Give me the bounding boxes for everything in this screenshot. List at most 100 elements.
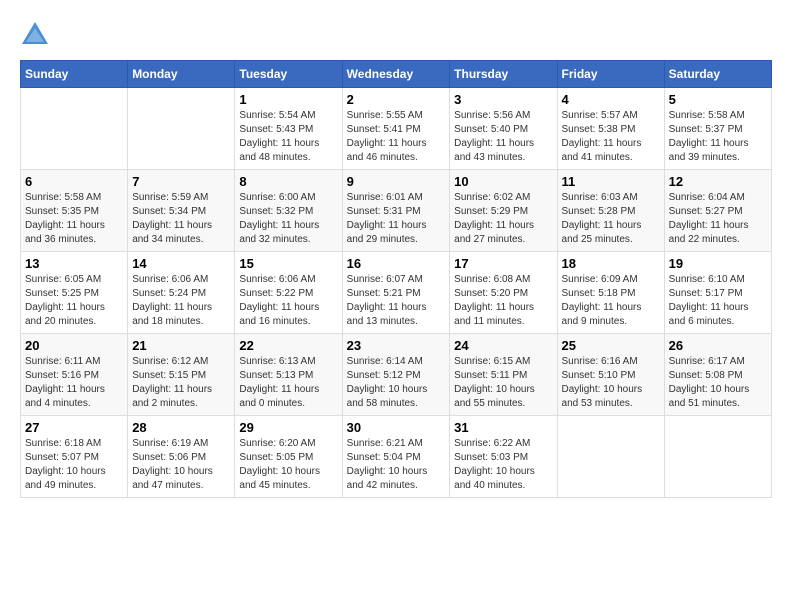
calendar-cell: 15 Sunrise: 6:06 AM Sunset: 5:22 PM Dayli… bbox=[235, 252, 342, 334]
day-info: Sunrise: 6:10 AM Sunset: 5:17 PM Dayligh… bbox=[669, 273, 767, 329]
day-info: Sunrise: 5:54 AM Sunset: 5:43 PM Dayligh… bbox=[239, 109, 337, 165]
day-info: Sunrise: 5:56 AM Sunset: 5:40 PM Dayligh… bbox=[454, 109, 552, 165]
week-row-4: 20Sunrise: 6:11 AM Sunset: 5:16 PM Dayli… bbox=[21, 334, 772, 416]
day-number: 13 bbox=[25, 256, 123, 271]
day-number: 11 bbox=[562, 174, 660, 189]
day-info: Sunrise: 6:01 AM Sunset: 5:31 PM Dayligh… bbox=[347, 191, 446, 247]
calendar-cell: 5 Sunrise: 5:58 AM Sunset: 5:37 PM Daylig… bbox=[664, 88, 771, 170]
calendar-cell: 23 Sunrise: 6:14 AM Sunset: 5:12 PM Dayli… bbox=[342, 334, 450, 416]
calendar-cell: 10 Sunrise: 6:02 AM Sunset: 5:29 PM Dayli… bbox=[450, 170, 557, 252]
calendar-cell: 31 Sunrise: 6:22 AM Sunset: 5:03 PM Dayli… bbox=[450, 416, 557, 498]
week-row-1: 1 Sunrise: 5:54 AM Sunset: 5:43 PM Daylig… bbox=[21, 88, 772, 170]
column-header-wednesday: Wednesday bbox=[342, 61, 450, 88]
calendar-cell: 1 Sunrise: 5:54 AM Sunset: 5:43 PM Daylig… bbox=[235, 88, 342, 170]
day-number: 10 bbox=[454, 174, 552, 189]
calendar-cell: 11 Sunrise: 6:03 AM Sunset: 5:28 PM Dayli… bbox=[557, 170, 664, 252]
day-info: Sunrise: 6:08 AM Sunset: 5:20 PM Dayligh… bbox=[454, 273, 552, 329]
header-row: SundayMondayTuesdayWednesdayThursdayFrid… bbox=[21, 61, 772, 88]
calendar-cell: 18Sunrise: 6:09 AM Sunset: 5:18 PM Dayli… bbox=[557, 252, 664, 334]
day-number: 12 bbox=[669, 174, 767, 189]
day-info: Sunrise: 6:03 AM Sunset: 5:28 PM Dayligh… bbox=[562, 191, 660, 247]
day-number: 3 bbox=[454, 92, 552, 107]
day-number: 17 bbox=[454, 256, 552, 271]
calendar-table: SundayMondayTuesdayWednesdayThursdayFrid… bbox=[20, 60, 772, 498]
day-number: 9 bbox=[347, 174, 446, 189]
day-number: 16 bbox=[347, 256, 446, 271]
day-info: Sunrise: 6:19 AM Sunset: 5:06 PM Dayligh… bbox=[132, 437, 230, 493]
calendar-cell: 20Sunrise: 6:11 AM Sunset: 5:16 PM Dayli… bbox=[21, 334, 128, 416]
logo bbox=[20, 20, 54, 50]
day-info: Sunrise: 6:00 AM Sunset: 5:32 PM Dayligh… bbox=[239, 191, 337, 247]
day-info: Sunrise: 6:21 AM Sunset: 5:04 PM Dayligh… bbox=[347, 437, 446, 493]
column-header-tuesday: Tuesday bbox=[235, 61, 342, 88]
calendar-cell: 30 Sunrise: 6:21 AM Sunset: 5:04 PM Dayli… bbox=[342, 416, 450, 498]
logo-icon bbox=[20, 20, 50, 50]
day-info: Sunrise: 6:09 AM Sunset: 5:18 PM Dayligh… bbox=[562, 273, 660, 329]
day-info: Sunrise: 6:22 AM Sunset: 5:03 PM Dayligh… bbox=[454, 437, 552, 493]
calendar-cell: 25 Sunrise: 6:16 AM Sunset: 5:10 PM Dayli… bbox=[557, 334, 664, 416]
column-header-saturday: Saturday bbox=[664, 61, 771, 88]
day-info: Sunrise: 6:16 AM Sunset: 5:10 PM Dayligh… bbox=[562, 355, 660, 411]
day-number: 7 bbox=[132, 174, 230, 189]
day-info: Sunrise: 6:04 AM Sunset: 5:27 PM Dayligh… bbox=[669, 191, 767, 247]
day-number: 6 bbox=[25, 174, 123, 189]
day-number: 27 bbox=[25, 420, 123, 435]
calendar-cell: 13 Sunrise: 6:05 AM Sunset: 5:25 PM Dayli… bbox=[21, 252, 128, 334]
calendar-cell: 29 Sunrise: 6:20 AM Sunset: 5:05 PM Dayli… bbox=[235, 416, 342, 498]
calendar-cell: 4 Sunrise: 5:57 AM Sunset: 5:38 PM Daylig… bbox=[557, 88, 664, 170]
day-number: 29 bbox=[239, 420, 337, 435]
day-number: 22 bbox=[239, 338, 337, 353]
day-info: Sunrise: 6:06 AM Sunset: 5:22 PM Dayligh… bbox=[239, 273, 337, 329]
calendar-cell: 6 Sunrise: 5:58 AM Sunset: 5:35 PM Daylig… bbox=[21, 170, 128, 252]
day-number: 2 bbox=[347, 92, 446, 107]
calendar-cell: 9 Sunrise: 6:01 AM Sunset: 5:31 PM Daylig… bbox=[342, 170, 450, 252]
calendar-cell: 22Sunrise: 6:13 AM Sunset: 5:13 PM Dayli… bbox=[235, 334, 342, 416]
week-row-5: 27 Sunrise: 6:18 AM Sunset: 5:07 PM Dayli… bbox=[21, 416, 772, 498]
day-number: 24 bbox=[454, 338, 552, 353]
day-number: 8 bbox=[239, 174, 337, 189]
day-info: Sunrise: 6:18 AM Sunset: 5:07 PM Dayligh… bbox=[25, 437, 123, 493]
day-info: Sunrise: 6:17 AM Sunset: 5:08 PM Dayligh… bbox=[669, 355, 767, 411]
day-number: 19 bbox=[669, 256, 767, 271]
day-info: Sunrise: 5:58 AM Sunset: 5:35 PM Dayligh… bbox=[25, 191, 123, 247]
day-number: 23 bbox=[347, 338, 446, 353]
calendar-cell: 8 Sunrise: 6:00 AM Sunset: 5:32 PM Daylig… bbox=[235, 170, 342, 252]
day-info: Sunrise: 6:15 AM Sunset: 5:11 PM Dayligh… bbox=[454, 355, 552, 411]
day-number: 25 bbox=[562, 338, 660, 353]
calendar-cell: 3 Sunrise: 5:56 AM Sunset: 5:40 PM Daylig… bbox=[450, 88, 557, 170]
week-row-3: 13 Sunrise: 6:05 AM Sunset: 5:25 PM Dayli… bbox=[21, 252, 772, 334]
column-header-monday: Monday bbox=[128, 61, 235, 88]
calendar-cell: 21 Sunrise: 6:12 AM Sunset: 5:15 PM Dayli… bbox=[128, 334, 235, 416]
day-number: 21 bbox=[132, 338, 230, 353]
page-header bbox=[20, 20, 772, 50]
calendar-cell: 2Sunrise: 5:55 AM Sunset: 5:41 PM Daylig… bbox=[342, 88, 450, 170]
day-number: 30 bbox=[347, 420, 446, 435]
calendar-cell bbox=[128, 88, 235, 170]
day-number: 1 bbox=[239, 92, 337, 107]
day-info: Sunrise: 5:57 AM Sunset: 5:38 PM Dayligh… bbox=[562, 109, 660, 165]
day-number: 4 bbox=[562, 92, 660, 107]
calendar-body: 1 Sunrise: 5:54 AM Sunset: 5:43 PM Daylig… bbox=[21, 88, 772, 498]
day-info: Sunrise: 6:06 AM Sunset: 5:24 PM Dayligh… bbox=[132, 273, 230, 329]
day-info: Sunrise: 6:11 AM Sunset: 5:16 PM Dayligh… bbox=[25, 355, 123, 411]
day-info: Sunrise: 6:12 AM Sunset: 5:15 PM Dayligh… bbox=[132, 355, 230, 411]
calendar-cell bbox=[557, 416, 664, 498]
calendar-cell: 16 Sunrise: 6:07 AM Sunset: 5:21 PM Dayli… bbox=[342, 252, 450, 334]
day-info: Sunrise: 6:07 AM Sunset: 5:21 PM Dayligh… bbox=[347, 273, 446, 329]
day-number: 31 bbox=[454, 420, 552, 435]
calendar-cell: 12 Sunrise: 6:04 AM Sunset: 5:27 PM Dayli… bbox=[664, 170, 771, 252]
calendar-header: SundayMondayTuesdayWednesdayThursdayFrid… bbox=[21, 61, 772, 88]
calendar-cell: 14Sunrise: 6:06 AM Sunset: 5:24 PM Dayli… bbox=[128, 252, 235, 334]
day-info: Sunrise: 5:58 AM Sunset: 5:37 PM Dayligh… bbox=[669, 109, 767, 165]
calendar-cell: 7Sunrise: 5:59 AM Sunset: 5:34 PM Daylig… bbox=[128, 170, 235, 252]
day-info: Sunrise: 6:02 AM Sunset: 5:29 PM Dayligh… bbox=[454, 191, 552, 247]
calendar-cell: 24 Sunrise: 6:15 AM Sunset: 5:11 PM Dayli… bbox=[450, 334, 557, 416]
week-row-2: 6 Sunrise: 5:58 AM Sunset: 5:35 PM Daylig… bbox=[21, 170, 772, 252]
day-info: Sunrise: 6:20 AM Sunset: 5:05 PM Dayligh… bbox=[239, 437, 337, 493]
day-number: 15 bbox=[239, 256, 337, 271]
column-header-thursday: Thursday bbox=[450, 61, 557, 88]
day-number: 5 bbox=[669, 92, 767, 107]
calendar-cell: 19 Sunrise: 6:10 AM Sunset: 5:17 PM Dayli… bbox=[664, 252, 771, 334]
day-info: Sunrise: 6:14 AM Sunset: 5:12 PM Dayligh… bbox=[347, 355, 446, 411]
day-info: Sunrise: 6:05 AM Sunset: 5:25 PM Dayligh… bbox=[25, 273, 123, 329]
